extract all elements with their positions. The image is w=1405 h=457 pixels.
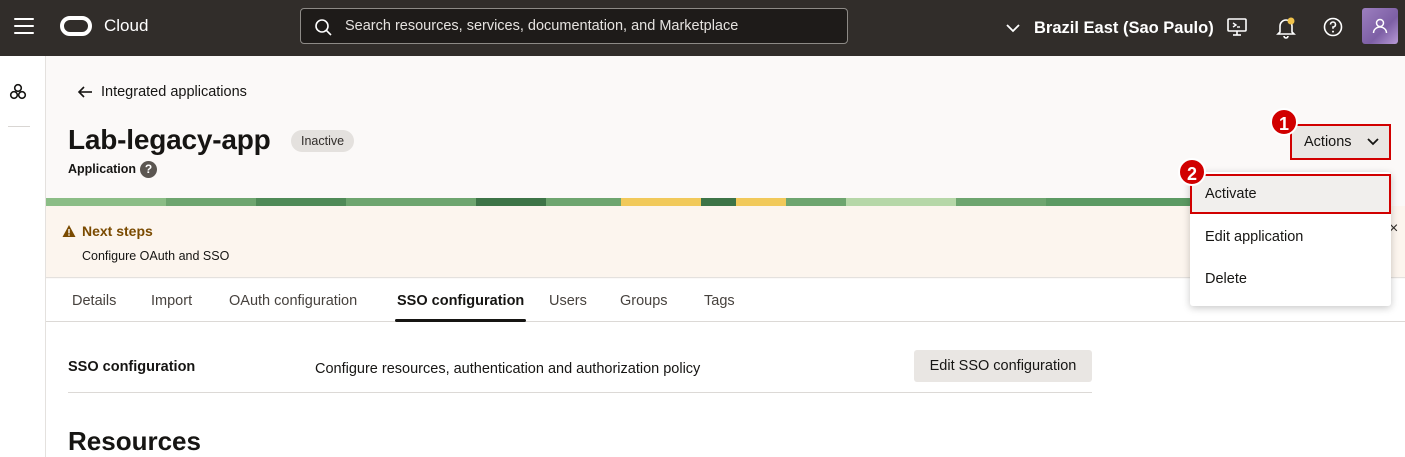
search-icon	[315, 19, 332, 36]
actions-label: Actions	[1304, 134, 1352, 150]
user-avatar[interactable]	[1362, 8, 1398, 44]
top-navigation-bar: Cloud Brazil East (Sao Paulo)	[0, 0, 1405, 56]
chevron-down-icon	[1006, 24, 1020, 33]
question-icon[interactable]: ?	[140, 161, 157, 178]
region-label: Brazil East (Sao Paulo)	[1034, 18, 1214, 37]
tab-details[interactable]: Details	[72, 279, 116, 322]
actions-button[interactable]: Actions	[1290, 124, 1391, 160]
tab-groups[interactable]: Groups	[620, 279, 668, 322]
left-rail	[0, 56, 46, 457]
notice-text: Configure OAuth and SSO	[82, 249, 230, 263]
hamburger-menu-icon[interactable]	[14, 18, 34, 36]
menu-item-activate[interactable]: Activate	[1190, 174, 1391, 214]
tab-import[interactable]: Import	[151, 279, 192, 322]
notice-title: Next steps	[82, 223, 153, 239]
search-box[interactable]	[300, 8, 848, 44]
page-subtitle: Application	[68, 162, 137, 176]
tab-tags[interactable]: Tags	[704, 279, 735, 322]
status-badge: Inactive	[291, 130, 355, 152]
tab-oauth-configuration[interactable]: OAuth configuration	[229, 279, 357, 322]
actions-dropdown-menu: Activate Edit application Delete	[1190, 172, 1391, 306]
next-steps-notice: Next steps Configure OAuth and SSO	[46, 206, 1190, 278]
oracle-logo-icon[interactable]	[60, 16, 92, 36]
menu-item-delete[interactable]: Delete	[1190, 259, 1391, 299]
sso-row-description: Configure resources, authentication and …	[315, 361, 701, 377]
back-link-label: Integrated applications	[101, 84, 247, 100]
chevron-down-icon	[1366, 138, 1379, 146]
page-title: Lab-legacy-app	[68, 124, 271, 155]
notice-edge	[1391, 206, 1405, 278]
tab-sso-configuration[interactable]: SSO configuration	[394, 279, 527, 322]
edit-sso-configuration-button[interactable]: Edit SSO configuration	[914, 350, 1092, 382]
step-marker-2: 2	[1178, 158, 1206, 186]
menu-item-edit-application[interactable]: Edit application	[1190, 217, 1391, 257]
sso-row-label: SSO configuration	[68, 359, 196, 375]
banner-decoration	[46, 198, 1190, 206]
search-input[interactable]	[345, 9, 835, 43]
warning-icon	[62, 225, 76, 237]
back-link[interactable]: Integrated applications	[76, 83, 247, 101]
arrow-left-icon	[77, 86, 92, 98]
help-icon[interactable]	[1321, 15, 1345, 39]
resources-heading: Resources	[68, 426, 201, 456]
brand-name[interactable]: Cloud	[104, 16, 148, 36]
row-divider	[68, 392, 1092, 393]
tab-users[interactable]: Users	[549, 279, 587, 322]
notifications-bell-icon[interactable]	[1274, 15, 1298, 39]
user-icon	[1372, 18, 1388, 34]
sso-configuration-panel: SSO configuration Configure resources, a…	[46, 322, 1405, 457]
region-selector[interactable]: Brazil East (Sao Paulo)	[1004, 14, 1214, 42]
step-marker-1: 1	[1270, 108, 1298, 136]
cloud-shell-icon[interactable]	[1225, 15, 1249, 39]
services-icon[interactable]	[8, 82, 28, 102]
rail-divider	[8, 126, 30, 127]
